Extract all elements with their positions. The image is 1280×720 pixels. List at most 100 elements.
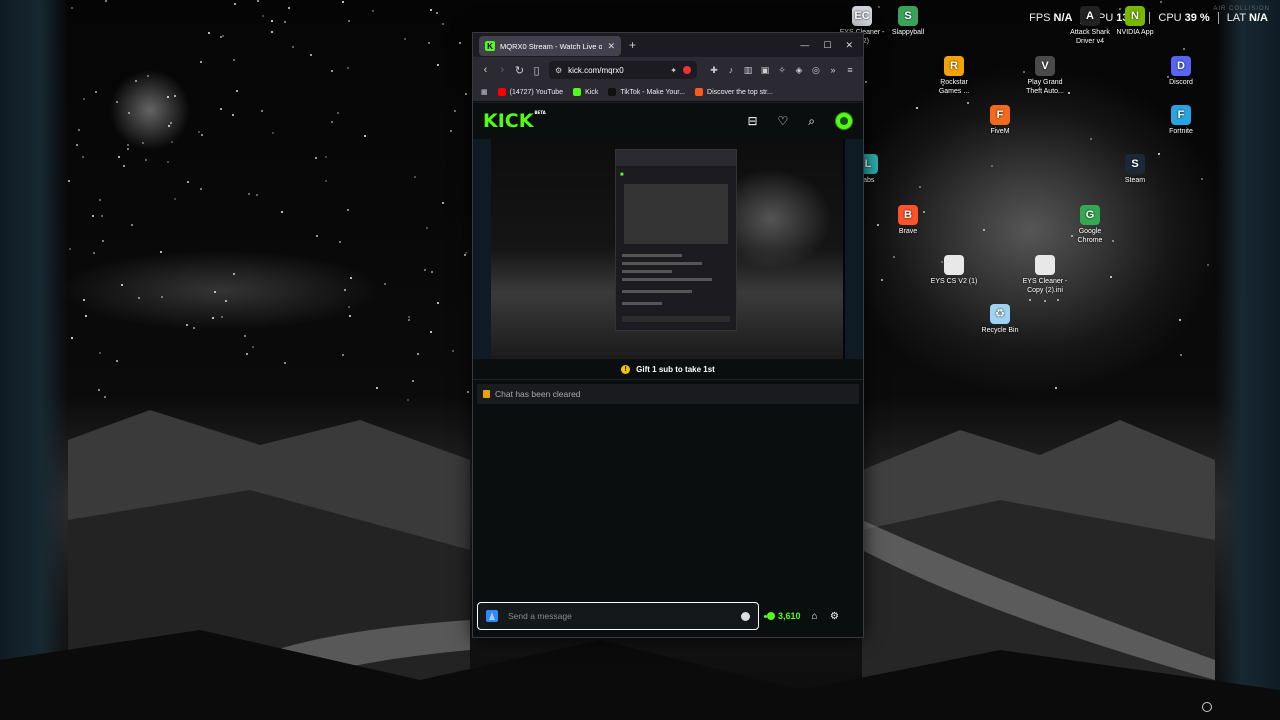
desktop-icon-eys-cs-v2[interactable]: EYS CS V2 (1) [922, 255, 986, 286]
notification-badge-icon[interactable] [682, 66, 691, 74]
address-bar[interactable]: ⚙ kick.com/mqrx0 ✦ [548, 61, 697, 79]
star [450, 129, 453, 132]
store-icon[interactable]: ⌂ [809, 611, 821, 622]
wallet-icon[interactable]: ▣ [760, 65, 770, 75]
browser-titlebar: K MQRX0 Stream - Watch Live on ✕ + — ☐ ✕ [473, 33, 863, 57]
desktop-icon-gta[interactable]: V Play Grand Theft Auto... [1013, 56, 1077, 96]
desktop-icon-fortnite[interactable]: F Fortnite [1149, 105, 1213, 136]
kick-logo[interactable]: KICKBETA [483, 110, 546, 132]
desktop-icon-steam[interactable]: S Steam [1103, 154, 1167, 185]
nvidia-icon: N [1125, 6, 1145, 26]
new-tab-button[interactable]: + [629, 38, 636, 52]
following-heart-icon[interactable]: ♡ [778, 114, 789, 128]
close-window-button[interactable]: ✕ [845, 40, 853, 51]
bookmark-label: TikTok - Make Your... [620, 88, 686, 96]
desktop-icon-slappyball[interactable]: S Slappyball [876, 6, 940, 37]
tab-kick-stream[interactable]: K MQRX0 Stream - Watch Live on ✕ [479, 36, 621, 56]
points-value: 3,610 [778, 611, 801, 621]
kick-header-actions: ⊟ ♡ ⌕ [747, 112, 853, 130]
more-tools-icon[interactable]: » [828, 65, 838, 75]
trash-icon [483, 390, 490, 398]
star [417, 353, 420, 356]
kick-icon [573, 88, 582, 96]
shield-icon[interactable]: ◈ [794, 65, 804, 75]
vpn-icon[interactable]: ◎ [811, 65, 821, 75]
star [71, 336, 74, 339]
bookmark-item[interactable]: Discover the top str... [695, 88, 773, 96]
star [233, 3, 236, 6]
chat-messages-area[interactable] [473, 405, 863, 591]
chat-message-input[interactable] [506, 610, 733, 622]
desktop-icon-nvidia-app[interactable]: N NVIDIA App [1103, 6, 1167, 37]
extension-badge-icon[interactable]: ✦ [670, 66, 677, 75]
star [131, 224, 134, 227]
star [284, 21, 287, 24]
star [452, 349, 455, 352]
emoji-icon[interactable] [741, 611, 750, 621]
address-url: kick.com/mqrx0 [568, 65, 624, 75]
star [1057, 298, 1060, 301]
search-icon[interactable]: ⌕ [808, 114, 815, 129]
puzzle-extension-icon[interactable]: ✚ [709, 65, 719, 75]
star [348, 20, 351, 23]
star [287, 6, 290, 9]
star [208, 31, 211, 34]
close-tab-icon[interactable]: ✕ [607, 41, 615, 52]
apps-grid-icon[interactable]: ▦ [481, 88, 488, 96]
system-tray-icon[interactable] [1202, 702, 1212, 712]
gift-sub-banner[interactable]: ! Gift 1 sub to take 1st [473, 359, 863, 380]
desktop-icon-eys-cleaner-ini[interactable]: EYS Cleaner - Copy (2).ini [1013, 255, 1077, 295]
channel-points[interactable]: 3,610 [764, 611, 801, 621]
window-controls: — ☐ ✕ [800, 40, 853, 51]
star [344, 288, 347, 291]
desktop-icon-discord[interactable]: D Discord [1149, 56, 1213, 87]
star [69, 247, 72, 250]
bookmark-item[interactable]: Kick [573, 88, 598, 96]
forward-button[interactable]: › [498, 64, 507, 76]
desktop-icon-recycle-bin[interactable]: ♻ Recycle Bin [968, 304, 1032, 335]
star [425, 227, 428, 230]
chrome-icon: G [1080, 205, 1100, 225]
chat-cleared-text: Chat has been cleared [495, 389, 581, 399]
star [436, 301, 439, 304]
star [201, 134, 204, 137]
user-avatar[interactable] [835, 112, 853, 130]
star [92, 214, 95, 217]
bookmark-page-icon[interactable]: ▯ [532, 64, 541, 77]
bookmark-item[interactable]: (14727) YouTube [497, 88, 563, 96]
chat-settings-gear-icon[interactable]: ⚙ [829, 611, 841, 622]
kick-header: KICKBETA ⊟ ♡ ⌕ [473, 103, 863, 139]
site-info-icon[interactable]: ⚙ [555, 66, 562, 75]
desktop-icon-label: Steam [1124, 177, 1146, 184]
desktop-icon-chrome[interactable]: G Google Chrome [1058, 205, 1122, 245]
minimize-button[interactable]: — [800, 40, 809, 51]
video-player[interactable]: ■ [473, 139, 863, 359]
reload-button[interactable]: ↻ [515, 64, 524, 77]
beta-badge: BETA [534, 110, 546, 115]
desktop-icon-rockstar[interactable]: R Rockstar Games ... [922, 56, 986, 96]
menu-icon[interactable]: ≡ [845, 65, 855, 75]
star [435, 11, 438, 14]
star [245, 352, 248, 355]
star [342, 353, 345, 356]
file-icon [944, 255, 964, 275]
inbox-icon[interactable]: ⊟ [747, 114, 757, 128]
star [464, 92, 467, 95]
star [248, 193, 251, 196]
sidebar-icon[interactable]: ▥ [743, 65, 753, 75]
star [376, 387, 379, 390]
nested-video [624, 184, 728, 244]
star [428, 41, 431, 44]
ai-sparkle-icon[interactable]: ✧ [777, 65, 787, 75]
star [346, 66, 349, 69]
chat-input-box[interactable] [477, 602, 759, 630]
music-icon[interactable]: ♪ [726, 65, 736, 75]
emote-picker-icon[interactable] [486, 610, 498, 622]
extensions-toolbar: ✚ ♪ ▥ ▣ ✧ ◈ ◎ » ≡ [709, 65, 855, 75]
desktop-icon-fivem[interactable]: F FiveM [968, 105, 1032, 136]
desktop-icon-brave[interactable]: B Brave [876, 205, 940, 236]
maximize-button[interactable]: ☐ [823, 40, 831, 51]
back-button[interactable]: ‹ [481, 64, 490, 76]
browser-window: K MQRX0 Stream - Watch Live on ✕ + — ☐ ✕… [472, 32, 864, 638]
bookmark-item[interactable]: TikTok - Make Your... [608, 88, 685, 96]
